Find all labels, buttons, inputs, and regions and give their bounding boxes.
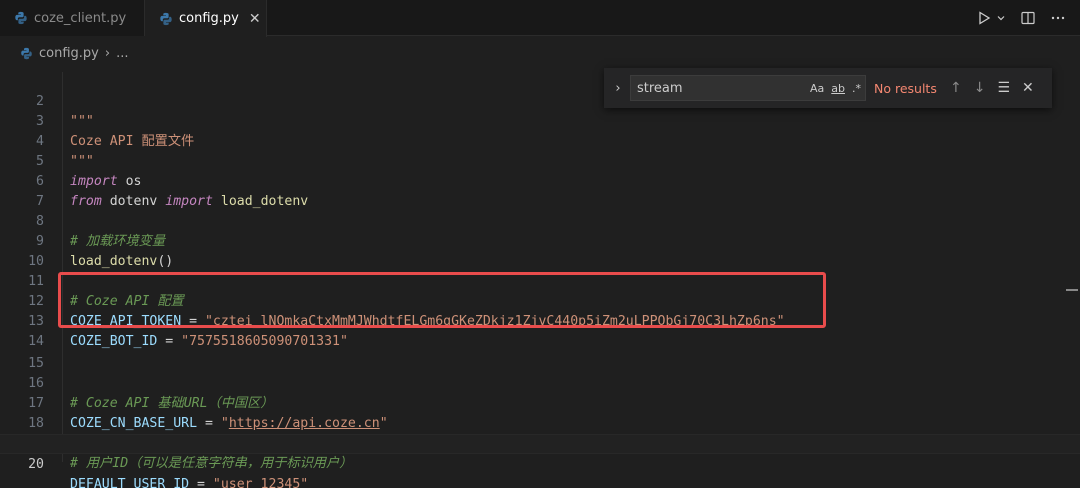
code-line: 6 from dotenv import load_dotenv [0,152,1080,209]
breadcrumb: config.py › ... [0,40,1080,66]
tab-bar: coze_client.py config.py ✕ [0,0,1080,37]
python-file-icon [160,12,172,25]
tab-config[interactable]: config.py ✕ [145,0,267,37]
find-status: No results [874,80,937,96]
code-line-current: 20 DEFAULT_USER_ID = "user_12345" [0,434,1080,488]
scrollbar-marker [1066,289,1078,291]
code-line: 19 # 用户ID（可以是任意字符串，用于标识用户） [0,414,1080,471]
find-query: stream [637,80,683,96]
line-number: 20 [28,457,44,472]
python-file-icon [15,11,27,25]
next-match-icon[interactable]: ↓ [974,80,986,96]
highlight-box [58,272,826,328]
breadcrumb-more[interactable]: ... [116,46,128,61]
tab-label: config.py [179,11,239,26]
operator: = [189,477,213,488]
chevron-down-icon [997,16,1005,21]
run-button[interactable] [976,10,992,26]
code-line: 18 [0,394,1080,431]
tab-label: coze_client.py [34,10,127,26]
find-in-selection-icon[interactable]: ☰ [997,80,1010,96]
chevron-right-icon: › [104,45,111,61]
code-line: 10 [0,232,1080,269]
code-line: 4 """ [0,112,1080,169]
variable: DEFAULT_USER_ID [70,477,190,488]
string-literal: "user_12345" [212,477,309,488]
code-line: 17 COZE_CN_BASE_URL = "https://api.coze.… [0,374,1080,431]
close-icon[interactable]: ✕ [1022,80,1034,96]
code-line: 16 # Coze API 基础URL（中国区） [0,354,1080,411]
code-line: 7 [0,172,1080,209]
whole-word-toggle[interactable]: ab [831,82,845,95]
ellipsis-icon [1051,16,1065,20]
run-dropdown[interactable] [996,13,1006,23]
python-file-icon [21,47,32,59]
previous-match-icon[interactable]: ↑ [950,80,962,96]
play-icon [979,11,991,25]
code-line: 5 import os [0,132,1080,189]
comment: # 用户ID（可以是任意字符串，用于标识用户） [70,456,353,471]
split-editor-button[interactable] [1020,10,1036,26]
regex-toggle[interactable]: .* [852,82,861,95]
code-line: 11 # Coze API 配置 [0,252,1080,309]
code-line: 15 [0,334,1080,371]
breadcrumb-file[interactable]: config.py [39,46,99,61]
code-line: 9 load_dotenv() [0,212,1080,269]
close-icon[interactable]: ✕ [249,11,261,27]
tab-coze-client[interactable]: coze_client.py [0,0,145,36]
split-editor-icon [1021,11,1035,25]
find-input[interactable]: stream Aa ab .* [630,75,866,101]
toggle-replace-chevron-icon[interactable]: › [608,81,628,96]
more-actions-button[interactable] [1050,10,1066,26]
match-case-toggle[interactable]: Aa [810,82,824,95]
code-line: 8 # 加载环境变量 [0,192,1080,249]
find-widget: › stream Aa ab .* No results ↑ ↓ ☰ ✕ [604,68,1052,108]
